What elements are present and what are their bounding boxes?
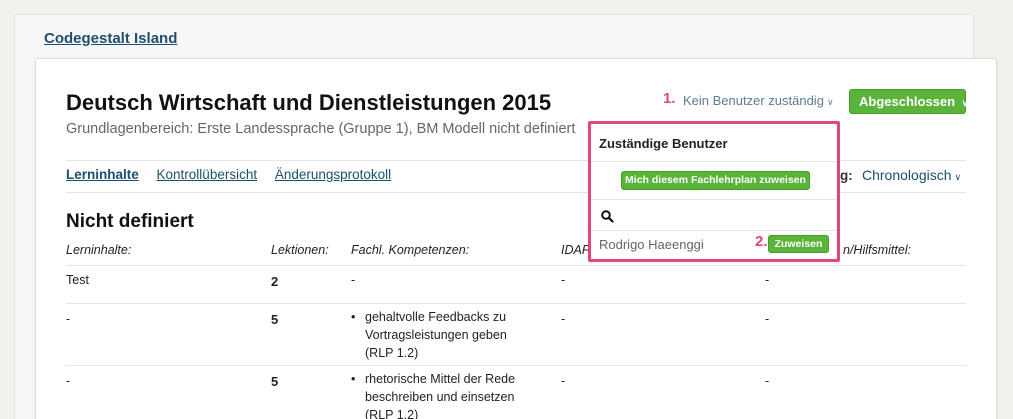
tab-bar: Lerninhalte Kontrollübersicht Änderungsp… (66, 167, 405, 182)
step-marker-1: 1. (663, 90, 676, 107)
status-label: Abgeschlossen (859, 94, 956, 109)
table-row-content: - (66, 312, 71, 326)
row-divider (66, 365, 966, 366)
competency-list: gehaltvolle Feedbacks zu Vortragsleistun… (351, 308, 507, 362)
table-row-lessons: 2 (271, 274, 279, 289)
user-list-item-name: Rodrigo Haeenggi (599, 237, 704, 252)
responsible-user-label: Kein Benutzer zuständig (683, 93, 824, 108)
table-row-lessons: 5 (271, 312, 279, 327)
chevron-down-icon: ∨ (826, 97, 834, 107)
status-dropdown-button[interactable]: Abgeschlossen ∨ (849, 89, 969, 114)
divider (591, 230, 837, 231)
search-icon (601, 210, 614, 223)
divider (591, 161, 837, 162)
assign-self-button[interactable]: Mich diesem Fachlehrplan zuweisen (621, 171, 810, 190)
responsible-user-dropdown[interactable]: Kein Benutzer zuständig ∨ (683, 93, 834, 108)
competency-item-ref: (RLP 1.2) (365, 408, 419, 419)
column-header-hilfsmittel: n/Hilfsmittel: (843, 243, 912, 257)
step-marker-2: 2. (755, 233, 768, 250)
row-divider (66, 265, 966, 266)
page-title: Deutsch Wirtschaft und Dienstleistungen … (66, 90, 552, 115)
competency-item-ref: (RLP 1.2) (365, 346, 419, 360)
user-search-input[interactable] (619, 206, 829, 226)
table-row-lessons: 5 (271, 374, 279, 389)
table-row-competency: - (351, 273, 356, 287)
column-header-idaf: IDAF (561, 243, 590, 257)
competency-item: gehaltvolle Feedbacks zu (351, 308, 507, 326)
organization-link[interactable]: Codegestalt Island (44, 30, 177, 47)
row-divider (66, 303, 966, 304)
tab-kontrolluebersicht[interactable]: Kontrollübersicht (157, 167, 258, 182)
sort-dropdown[interactable]: Chronologisch ∨ (862, 167, 961, 183)
section-title: Nicht definiert (66, 211, 194, 232)
user-search (599, 206, 829, 226)
responsible-users-popover: Zuständige Benutzer Mich diesem Fachlehr… (588, 121, 840, 262)
table-row-idaf: - (561, 273, 566, 287)
divider (591, 199, 837, 200)
chevron-down-icon: ∨ (954, 172, 962, 182)
sort-value: Chronologisch (862, 167, 952, 183)
table-row-aids: - (765, 374, 770, 388)
table-row-content: Test (66, 273, 89, 287)
column-header-lektionen: Lektionen: (271, 243, 329, 257)
table-row-content: - (66, 374, 71, 388)
competency-item-cont: Vortragsleistungen geben (365, 328, 507, 342)
column-header-lerninhalte: Lerninhalte: (66, 243, 132, 257)
sort-label: g: (840, 168, 853, 183)
popover-title: Zuständige Benutzer (599, 136, 728, 151)
page-subtitle: Grundlagenbereich: Erste Landessprache (… (66, 121, 576, 137)
table-row-idaf: - (561, 374, 566, 388)
column-header-kompetenzen: Fachl. Kompetenzen: (351, 243, 470, 257)
competency-item-cont: beschreiben und einsetzen (365, 390, 515, 404)
table-row-aids: - (765, 312, 770, 326)
table-row-aids: - (765, 273, 770, 287)
table-row-idaf: - (561, 312, 566, 326)
chevron-down-icon: ∨ (961, 98, 969, 108)
assign-user-button[interactable]: Zuweisen (768, 235, 829, 253)
competency-item: rhetorische Mittel der Rede (351, 370, 515, 388)
tab-aenderungsprotokoll[interactable]: Änderungsprotokoll (275, 167, 391, 182)
tab-lerninhalte[interactable]: Lerninhalte (66, 167, 139, 182)
competency-list: rhetorische Mittel der Rede beschreiben … (351, 370, 515, 419)
